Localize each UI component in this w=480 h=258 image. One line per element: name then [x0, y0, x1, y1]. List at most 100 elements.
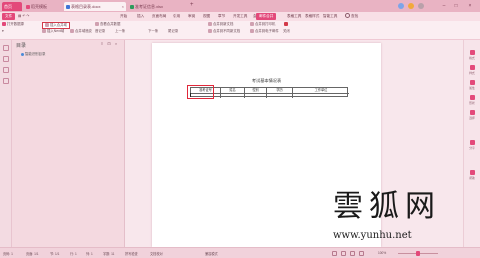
thumbnail-icon[interactable]	[3, 78, 9, 84]
last-record-label: 尾记录	[168, 29, 179, 33]
page-view-icon[interactable]	[341, 251, 346, 256]
view-merged-data-button[interactable]: 查看合并数据	[95, 22, 120, 27]
menu-view[interactable]: 视图	[203, 13, 210, 20]
right-rail-share[interactable]: 分享	[468, 140, 476, 150]
share-icon	[469, 140, 475, 145]
menu-table-style[interactable]: 表格样式	[305, 13, 319, 20]
right-rail-properties[interactable]: 属性	[468, 80, 476, 90]
menu-insert[interactable]: 插入	[137, 13, 144, 20]
highlight-fields-label: 合并域底纹	[75, 29, 92, 33]
menu-mail-merge[interactable]: 邮件合并	[256, 13, 277, 20]
merge-to-email-button[interactable]: 合并到电子邮件	[250, 29, 279, 34]
merge-separate-icon	[208, 29, 212, 33]
search-menu[interactable]: 查找	[345, 13, 358, 20]
right-rail-style[interactable]: 样式	[468, 65, 476, 75]
highlight-fields-button[interactable]: 合并域底纹	[70, 29, 92, 34]
table-cell[interactable]	[267, 93, 293, 98]
next-record-button[interactable]: 下一条	[148, 29, 158, 34]
menu-developer-label: 开发工具	[233, 14, 248, 18]
toc-close-icon[interactable]: ×	[114, 42, 118, 46]
merge-to-new-document-button[interactable]: 合并到新文档	[208, 22, 233, 27]
table-cell[interactable]	[245, 93, 267, 98]
toc-pin-icon[interactable]: ⊡	[107, 42, 111, 46]
search-panel-icon[interactable]	[3, 67, 9, 73]
right-rail-select[interactable]: 选择	[468, 110, 476, 120]
first-record-button[interactable]: 首记录	[95, 29, 105, 34]
merge-to-printer-button[interactable]: 合并到打印机	[250, 22, 275, 27]
menu-home-label: 开始	[120, 14, 128, 18]
status-spell-check[interactable]: 拼写检查	[125, 251, 138, 256]
left-tool-rail	[0, 40, 12, 247]
merge-new-icon	[208, 22, 212, 26]
prev-record-label: 上一条	[115, 29, 126, 33]
bookmark-icon[interactable]	[3, 56, 9, 62]
menu-table-tools[interactable]: 表格工具	[287, 13, 301, 20]
right-rail-shapes[interactable]: 形状	[468, 95, 476, 105]
mail-merge-ribbon: 打开数据源 ▾ 插入合并域 插入Next域 合并域底纹 查看合并数据 首记录 上…	[0, 21, 480, 40]
table-cell[interactable]	[221, 93, 245, 98]
menu-sections[interactable]: 章节	[218, 13, 225, 20]
highlight-icon	[70, 29, 74, 33]
quick-save-icon[interactable]: ▤ ↶ ↷	[18, 13, 29, 20]
reading-mode-icon[interactable]	[332, 251, 337, 256]
menu-home[interactable]: 开始	[120, 13, 127, 20]
close-window-button[interactable]: ×	[466, 2, 474, 10]
tab-home[interactable]: 首页	[2, 2, 22, 11]
outline-view-icon[interactable]	[350, 251, 355, 256]
menu-page-layout[interactable]: 页面布局	[152, 13, 166, 20]
minimize-button[interactable]: –	[440, 2, 448, 10]
status-doc-proof[interactable]: 文档校对	[150, 251, 163, 256]
new-tab-icon[interactable]: +	[190, 2, 194, 8]
menu-table-tools-label: 表格工具	[287, 14, 302, 18]
menu-table-style-label: 表格样式	[305, 14, 320, 18]
menu-file[interactable]: 文件	[2, 13, 16, 20]
menu-developer[interactable]: 开发工具	[233, 13, 247, 20]
toc-panel-icon[interactable]	[3, 45, 9, 51]
properties-icon	[469, 80, 475, 85]
status-compat-mode: 兼容模式	[205, 252, 218, 256]
text-caret	[190, 93, 191, 97]
zoom-level[interactable]: 100%	[378, 251, 386, 255]
close-tab-icon[interactable]: ×	[122, 2, 124, 11]
merge-to-separate-label: 合并到不同新文档	[213, 29, 241, 33]
tab-excel-document-label: 准考证信息.xlsx	[135, 4, 163, 9]
insert-merge-field-button[interactable]: 插入合并域	[42, 22, 70, 29]
tab-word-document-label: 表格目录表.docx	[71, 4, 101, 9]
merge-to-separate-button[interactable]: 合并到不同新文档	[208, 29, 240, 34]
right-rail-shapes-label: 形状	[469, 101, 475, 105]
tab-word-document[interactable]: 表格目录表.docx ×	[64, 2, 126, 11]
status-word-count[interactable]: 字数: 11	[103, 251, 114, 256]
toc-settings-icon[interactable]: ≡	[100, 42, 104, 46]
tab-docer[interactable]: 稻壳模板	[24, 2, 62, 11]
table-cell[interactable]	[293, 93, 349, 98]
prev-record-button[interactable]: 上一条	[115, 29, 125, 34]
chevron-down-icon: ▾	[2, 29, 4, 33]
tab-excel-document[interactable]: 准考证信息.xlsx	[128, 2, 188, 11]
right-tool-rail: 格式 样式 属性 形状 选择 分享 帮助	[463, 40, 480, 247]
status-pages[interactable]: 页面: 1/1	[26, 251, 39, 256]
right-rail-share-label: 分享	[469, 146, 475, 150]
tab-home-label: 首页	[4, 4, 12, 9]
maximize-button[interactable]: □	[452, 2, 460, 10]
right-rail-style-label: 样式	[469, 71, 475, 75]
zoom-slider-handle[interactable]	[416, 251, 420, 256]
toc-panel-title: 目录	[16, 43, 27, 49]
close-merge-button[interactable]	[284, 22, 289, 27]
right-rail-help[interactable]: 帮助	[468, 170, 476, 180]
settings-icon[interactable]	[418, 3, 424, 9]
toc-panel: 目录 ≡ ⊡ × 智能识别目录	[12, 40, 125, 247]
member-icon[interactable]	[408, 3, 414, 9]
merge-to-printer-label: 合并到打印机	[255, 22, 276, 26]
web-view-icon[interactable]	[359, 251, 364, 256]
last-record-button[interactable]: 尾记录	[168, 29, 178, 34]
menu-references[interactable]: 引用	[173, 13, 180, 20]
menu-smart-tools[interactable]: 智能工具	[323, 13, 337, 20]
right-rail-format[interactable]: 格式	[468, 50, 476, 60]
open-source-button[interactable]: 打开数据源	[2, 22, 24, 27]
menu-review[interactable]: 审阅	[188, 13, 195, 20]
right-rail-properties-label: 属性	[469, 86, 475, 90]
insert-next-field-button[interactable]: 插入Next域	[42, 29, 64, 34]
toc-smart-detect-item[interactable]: 智能识别目录	[21, 51, 45, 56]
avatar[interactable]	[398, 3, 404, 9]
open-source-dropdown[interactable]: ▾	[2, 29, 4, 34]
